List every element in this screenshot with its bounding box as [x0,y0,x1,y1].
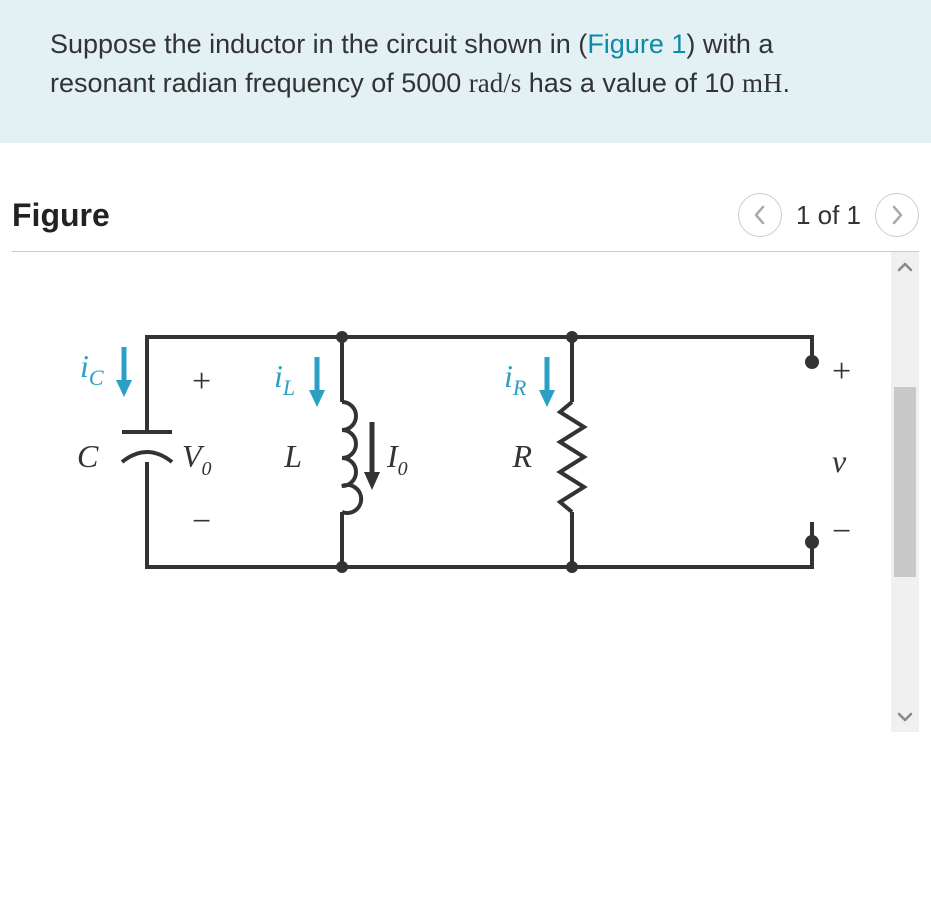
page-indicator: 1 of 1 [792,200,865,231]
circuit-diagram: iC C + V0 − iL L I0 iR R [12,252,891,732]
svg-text:C: C [77,438,99,474]
chevron-left-icon [753,205,767,225]
next-button[interactable] [875,193,919,237]
unit-rad: rad/s [469,68,521,98]
prev-button[interactable] [738,193,782,237]
problem-text-after2: . [782,68,790,98]
problem-text-after1: has a value of 10 [521,68,742,98]
svg-text:L: L [283,438,302,474]
scroll-up-button[interactable] [891,252,919,282]
svg-text:V0: V0 [182,438,212,480]
scroll-thumb[interactable] [894,387,916,577]
svg-text:−: − [832,513,851,550]
unit-mh: mH [742,68,783,98]
problem-statement: Suppose the inductor in the circuit show… [0,0,931,143]
svg-text:iC: iC [80,348,104,390]
figure-nav: 1 of 1 [738,193,919,237]
figure-header: Figure 1 of 1 [12,163,919,252]
figure-link[interactable]: Figure 1 [587,29,686,59]
chevron-right-icon [890,205,904,225]
svg-text:iL: iL [274,358,295,400]
svg-text:iR: iR [504,358,527,400]
figure-body: iC C + V0 − iL L I0 iR R [12,252,919,732]
figure-title: Figure [12,197,110,234]
svg-text:−: − [192,503,211,540]
svg-text:+: + [832,353,851,390]
scroll-down-button[interactable] [891,702,919,732]
chevron-down-icon [897,711,913,723]
chevron-up-icon [897,261,913,273]
problem-text: Suppose the inductor in the circuit show… [50,29,587,59]
scrollbar[interactable] [891,252,919,732]
figure-section: Figure 1 of 1 [0,143,931,732]
scroll-track[interactable] [891,282,919,702]
circuit-svg: iC C + V0 − iL L I0 iR R [42,292,872,672]
svg-text:v: v [832,443,847,479]
svg-text:R: R [511,438,532,474]
svg-text:+: + [192,363,211,400]
svg-text:I0: I0 [386,438,408,480]
